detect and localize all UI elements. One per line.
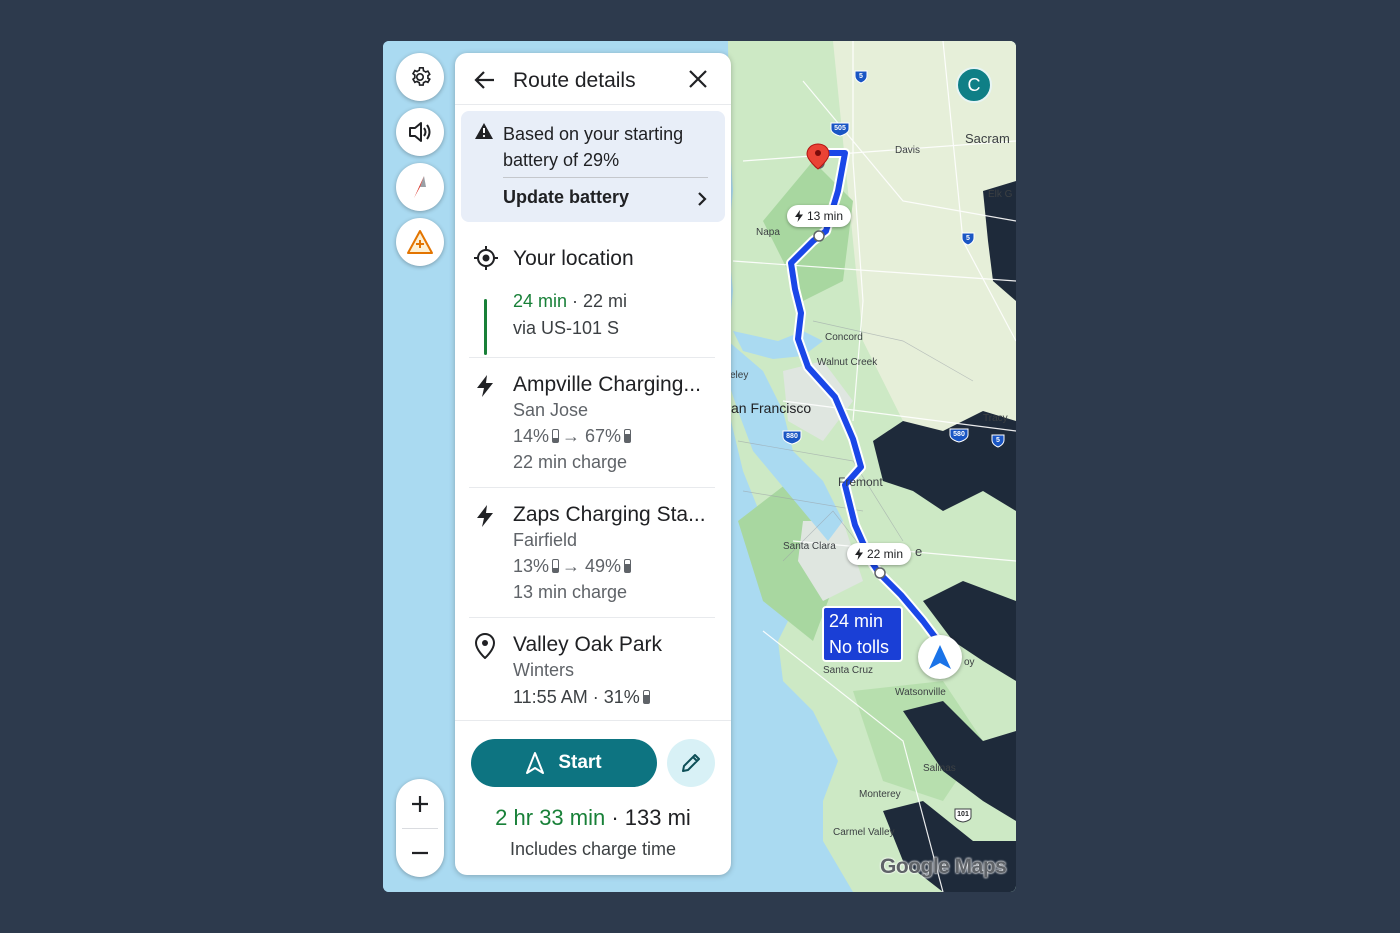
map-label-gilroy: oy [964,657,975,668]
trip-total-note: Includes charge time [509,839,677,859]
origin-leg-via: via US-101 S [513,318,620,338]
trip-total: 2 hr 33 min · 133 mi [455,805,731,831]
back-arrow-icon[interactable] [473,68,497,92]
update-battery-button[interactable]: Update battery [503,187,629,208]
map-label-sacramento: Sacram [965,131,1010,146]
shield-us101: 101 [957,811,969,818]
stop-1-name[interactable]: Ampville Charging... [513,373,701,397]
map-label-fremont: Fremont [838,475,883,489]
origin-name: Your location [513,247,634,270]
bolt-icon [795,210,803,222]
charge-stop-pill-label: 22 min [867,547,904,561]
bolt-icon [855,548,863,560]
minus-icon [412,851,428,854]
navigation-arrow-icon [929,645,951,669]
maps-window: 5 505 5 880 580 5 101 Davis Sacram Elk G… [383,41,1016,892]
charge-stop-pill-1[interactable]: 13 min [787,205,852,227]
compass-icon [414,176,426,198]
map-label-elk-grove: Elk G [988,189,1013,200]
origin-leg-time: 24 min [513,291,568,311]
gear-icon [411,67,431,86]
current-location-button[interactable] [918,635,962,679]
close-icon[interactable] [687,68,709,90]
battery-icon [552,559,560,573]
stop-2-city: Fairfield [513,530,578,550]
zoom-out-button[interactable] [396,828,444,877]
map-label-monterey: Monterey [859,789,901,800]
report-incident-button[interactable] [396,218,444,266]
sound-button[interactable] [396,108,444,156]
trip-total-distance: · 133 mi [605,805,691,830]
map-label-napa: Napa [756,227,780,238]
battery-warning-card: Based on your starting battery of 29% Up… [461,111,725,222]
stop-1-battery: 14% → 67% [513,426,634,447]
settings-button[interactable] [396,53,444,101]
destination-city: Winters [513,660,575,680]
map-label-san-jose: e [915,544,923,559]
map-label-salinas: Salinas [923,763,956,774]
map-label-walnut-creek: Walnut Creek [817,357,878,368]
plus-icon [412,795,428,812]
map-label-san-francisco: an Francisco [731,400,812,416]
zoom-in-button[interactable] [396,779,444,828]
bolt-icon [477,505,493,527]
destination-name[interactable]: Valley Oak Park [513,633,662,657]
stop-1-city: San Jose [513,400,589,420]
stop-2-battery: 13% → 49% [513,556,634,577]
map-label-concord: Concord [825,332,863,343]
map-label-santa-clara: Santa Clara [783,541,836,552]
trip-total-time: 2 hr 33 min [495,805,606,830]
shield-i5c: 5 [996,437,1000,444]
route-callout-time: 24 min [829,611,884,631]
route-callout[interactable]: 24 min No tolls [822,606,903,662]
map-label-tracy: Tracy [983,413,1008,424]
battery-icon [624,559,632,573]
route-details-panel: Route details Based on your starting bat… [455,53,731,875]
map-label-watsonville: Watsonville [895,687,946,698]
stop-2-name[interactable]: Zaps Charging Sta... [513,503,706,527]
map-label-santa-cruz: Santa Cruz [823,665,874,676]
edit-route-button[interactable] [667,739,715,787]
battery-icon [552,429,560,443]
origin-leg-distance: · 22 mi [567,291,628,311]
shield-i505: 505 [834,125,846,132]
charge-stop-pill-2[interactable]: 22 min [847,543,912,565]
zoom-control [396,779,444,877]
pencil-icon [682,754,700,772]
bolt-icon [477,375,493,397]
destination-arrival: 11:55 AM · 31% [513,687,653,708]
navigation-arrow-icon [526,752,545,774]
my-location-icon [474,246,498,270]
stop-1-charge: 22 min charge [513,452,628,472]
chevron-right-icon[interactable] [697,191,707,207]
place-pin-icon [475,633,495,659]
google-maps-watermark: Google Maps [880,855,1007,878]
warning-add-icon [407,230,433,254]
shield-i5b: 5 [966,235,970,242]
volume-icon [409,122,431,142]
compass-button[interactable] [396,163,444,211]
battery-icon [624,429,632,443]
panel-title: Route details [513,69,636,92]
battery-icon [642,690,650,704]
warning-icon [475,123,493,139]
shield-i5: 5 [859,73,863,80]
shield-i880: 880 [786,433,798,440]
shield-i580: 580 [953,431,965,438]
charge-stop-pill-label: 13 min [807,209,844,223]
start-navigation-button[interactable]: Start [471,739,657,787]
panel-header: Route details [455,53,731,103]
account-avatar[interactable]: C [956,67,992,103]
map-label-berkeley: eley [730,370,749,381]
map-label-davis: Davis [895,145,921,156]
map-label-carmel-valley: Carmel Valley [833,827,895,838]
origin-leg: 24 min · 22 mi [513,291,627,312]
stop-2-charge: 13 min charge [513,582,628,602]
route-callout-tolls: No tolls [829,637,890,657]
battery-warning-text: Based on your starting battery of 29% [503,124,684,170]
start-label: Start [558,752,602,773]
